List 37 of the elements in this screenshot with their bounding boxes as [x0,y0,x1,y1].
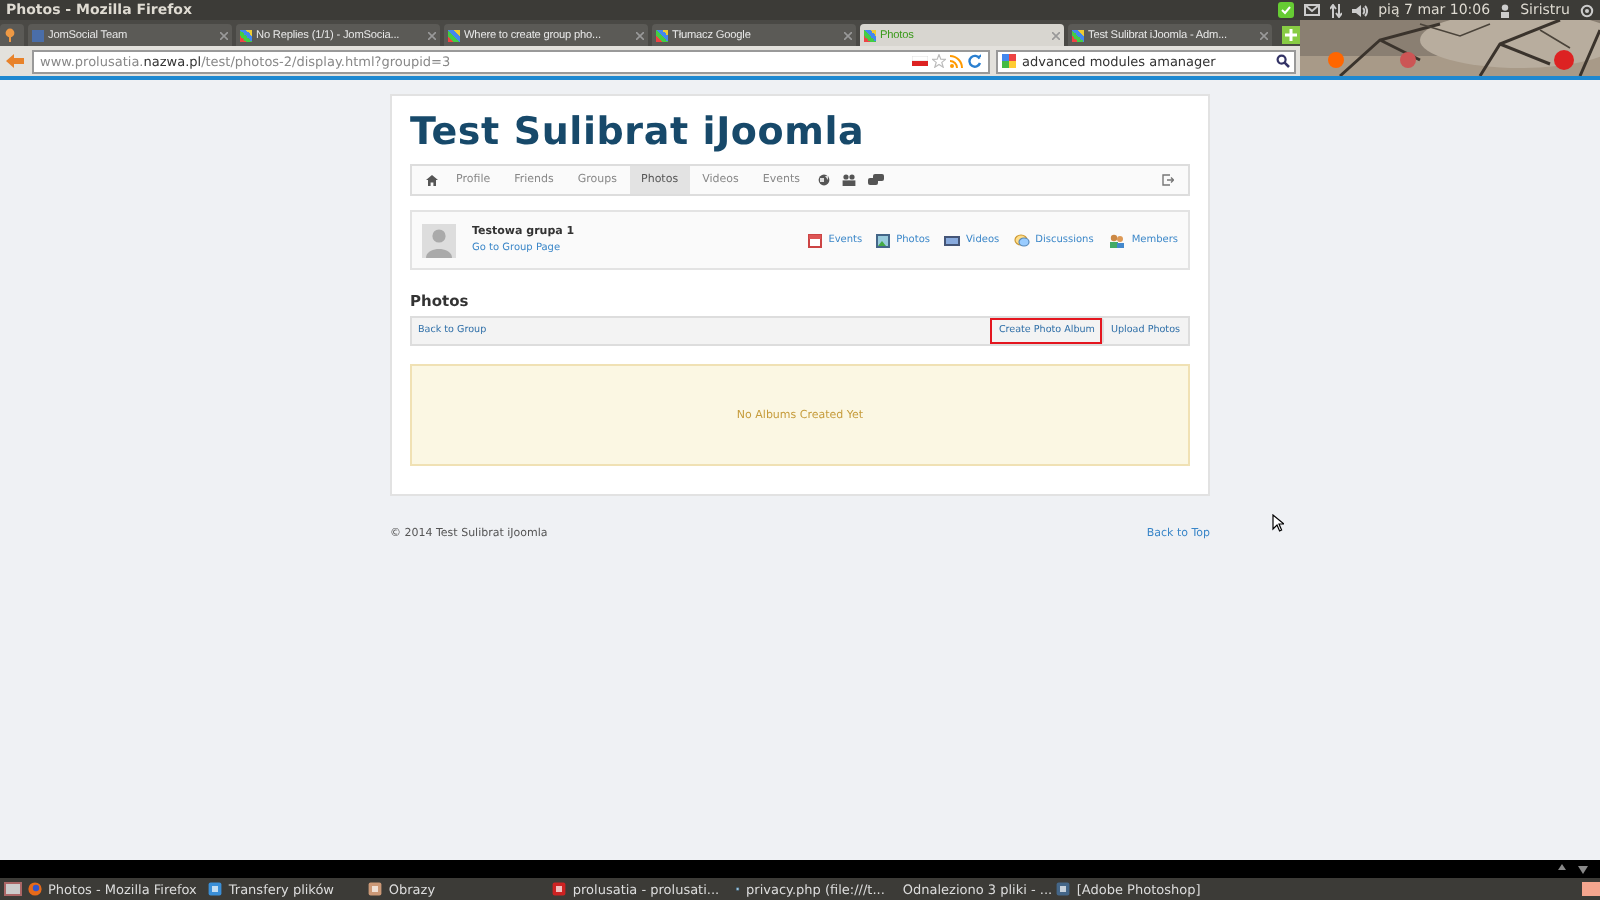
check-icon[interactable] [1278,2,1295,18]
site-title[interactable]: Test Sulibrat iJoomla [410,108,1190,156]
back-arrow-icon[interactable] [4,50,26,72]
mail-icon[interactable] [1304,4,1321,16]
close-icon[interactable] [636,31,644,39]
power-icon[interactable] [1580,3,1594,17]
avatar-icon [422,223,456,257]
close-icon[interactable] [1052,31,1060,39]
close-icon[interactable] [428,31,436,39]
film-icon [944,233,960,247]
close-icon[interactable] [844,31,852,39]
people-icon [1107,233,1126,247]
fox-icon [28,882,42,896]
window-icon[interactable] [4,882,22,896]
home-icon[interactable] [426,174,438,186]
pin-icon [4,28,16,42]
plus-icon[interactable] [1282,26,1300,44]
volume-icon[interactable] [1352,3,1369,17]
person-icon [1500,3,1511,17]
reload-icon[interactable] [968,54,982,68]
pinned-tab[interactable] [0,24,24,46]
search-icon[interactable] [1276,54,1290,68]
globe-icon[interactable] [817,174,830,186]
close-icon[interactable] [220,31,228,39]
calendar-icon [808,233,823,247]
image-icon [876,233,891,247]
network-icon[interactable] [1330,3,1343,17]
flag-icon [911,56,928,66]
close-icon[interactable] [1260,31,1268,39]
cursor-icon [1272,514,1284,532]
google-icon [1002,54,1016,68]
logout-icon[interactable] [1162,174,1174,186]
speech-bubble-icon [1013,233,1030,247]
people-icon[interactable] [841,174,856,186]
star-icon[interactable] [931,54,946,68]
chat-icon[interactable] [867,174,884,186]
rss-icon[interactable] [949,54,964,68]
